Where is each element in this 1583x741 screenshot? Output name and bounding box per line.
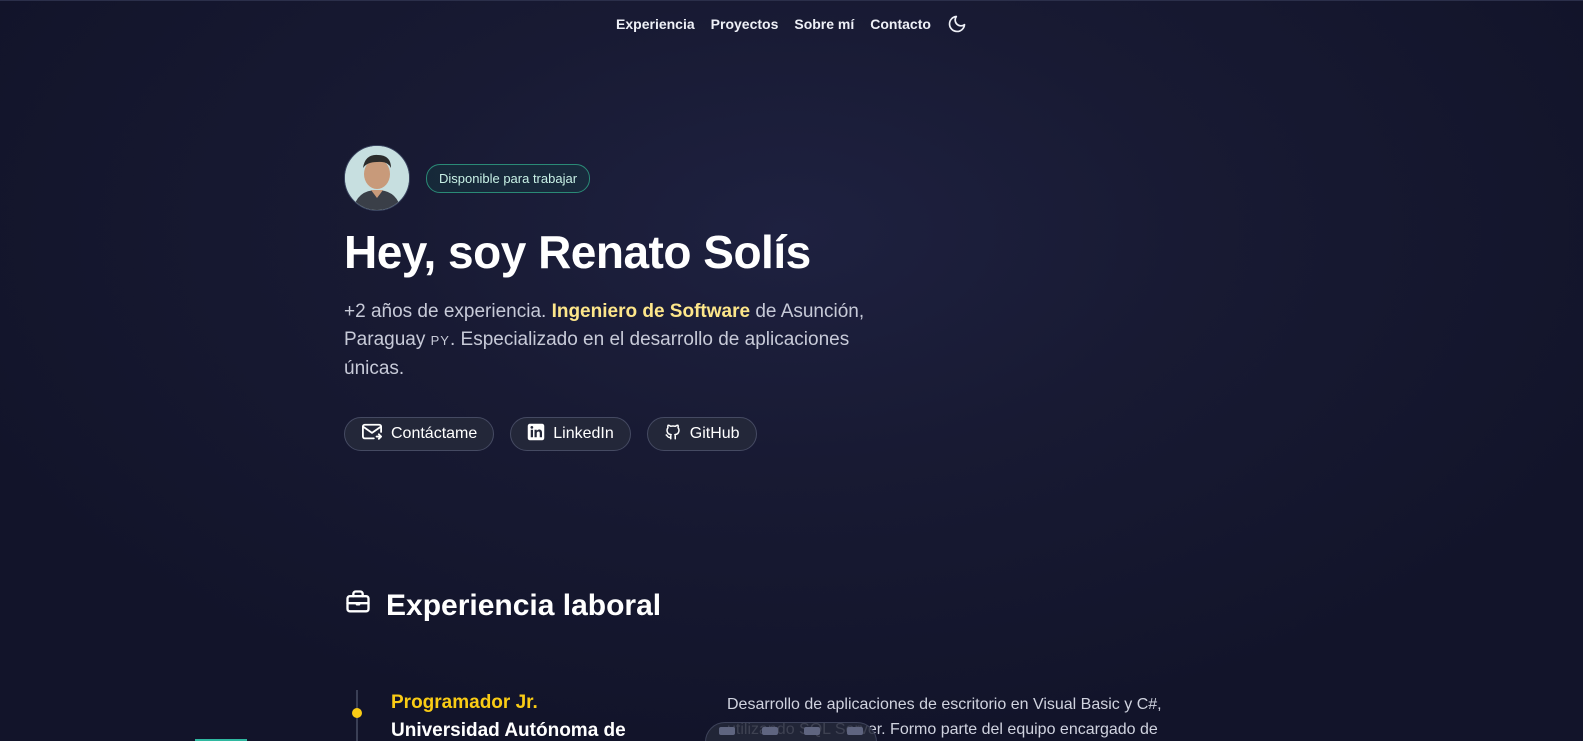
- linkedin-button[interactable]: LinkedIn: [510, 417, 631, 452]
- flag-py: PY: [430, 333, 450, 349]
- github-button[interactable]: GitHub: [646, 417, 757, 452]
- nav-sobre-mi[interactable]: Sobre mí: [794, 14, 854, 34]
- contact-button[interactable]: Contáctame: [344, 417, 495, 452]
- briefcase-icon: [344, 588, 372, 624]
- desc-prefix: +2 años de experiencia.: [344, 301, 552, 323]
- job-company: Universidad Autónoma de: [391, 720, 626, 741]
- github-icon: [664, 423, 682, 446]
- mail-icon: [361, 422, 383, 447]
- desc-highlight: Ingeniero de Software: [551, 301, 751, 323]
- hero-actions: Contáctame LinkedIn GitHub: [344, 417, 944, 452]
- nav-contacto[interactable]: Contacto: [870, 14, 931, 34]
- dock-item[interactable]: [804, 727, 821, 735]
- hero-description: +2 años de experiencia. Ingeniero de Sof…: [344, 298, 914, 383]
- dock-item[interactable]: [719, 727, 736, 735]
- top-border: [0, 0, 1583, 1]
- github-button-label: GitHub: [689, 425, 740, 443]
- hero-section: Disponible para trabajar Hey, soy Renato…: [344, 145, 944, 452]
- top-nav: Experiencia Proyectos Sobre mí Contacto: [0, 14, 1583, 34]
- availability-badge: Disponible para trabajar: [426, 163, 591, 193]
- job-role: Programador Jr.: [391, 692, 538, 713]
- linkedin-icon: [527, 423, 545, 446]
- page-title: Hey, soy Renato Solís: [344, 226, 811, 278]
- experience-heading-label: Experiencia laboral: [386, 589, 662, 622]
- hero-header: Disponible para trabajar: [344, 145, 944, 211]
- nav-proyectos[interactable]: Proyectos: [711, 14, 779, 34]
- linkedin-button-label: LinkedIn: [553, 425, 614, 443]
- experience-heading: Experiencia laboral: [344, 588, 661, 624]
- moon-icon[interactable]: [947, 14, 967, 34]
- contact-button-label: Contáctame: [391, 425, 478, 443]
- nav-experiencia[interactable]: Experiencia: [616, 14, 695, 34]
- floating-dock: [705, 722, 877, 741]
- avatar: [344, 145, 410, 211]
- timeline-dot: [352, 708, 362, 718]
- dock-item[interactable]: [761, 727, 778, 735]
- dock-item[interactable]: [846, 727, 863, 735]
